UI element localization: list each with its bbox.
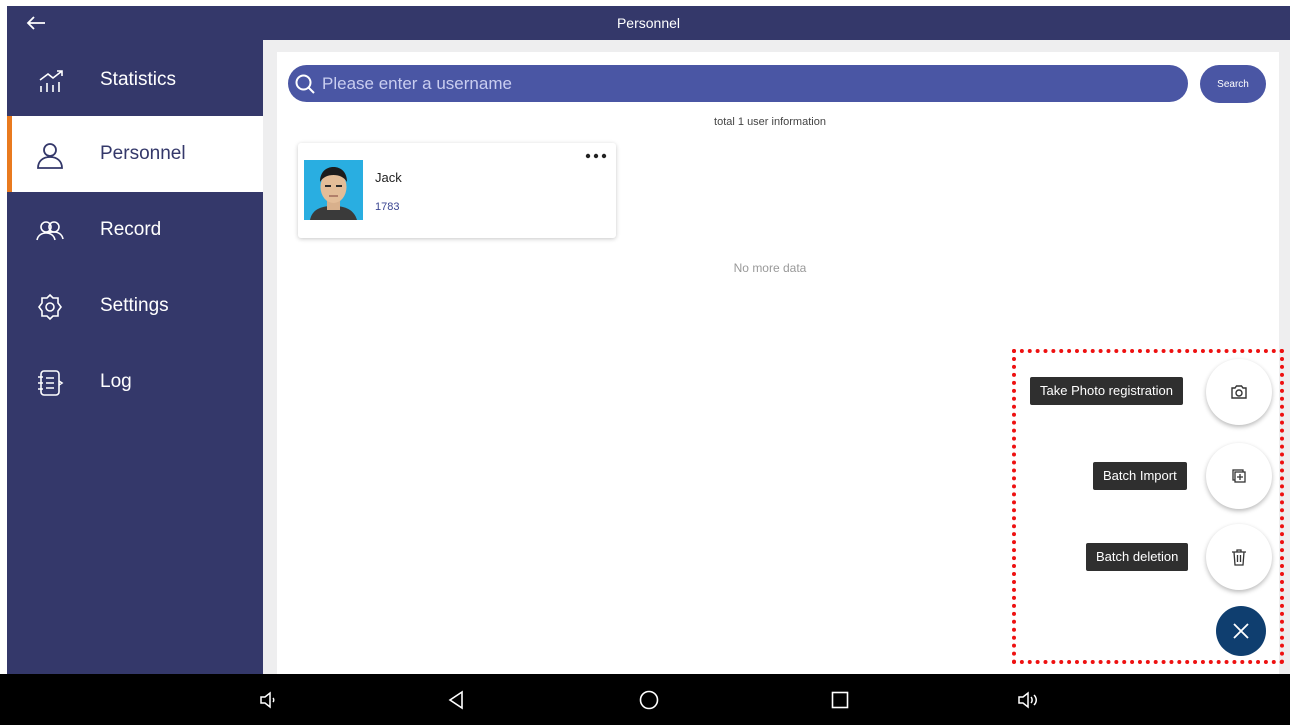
trash-icon (1232, 549, 1246, 566)
volume-up-icon (1018, 691, 1037, 709)
sidebar-item-label: Record (100, 219, 162, 240)
person-icon (35, 140, 65, 170)
volume-down-button[interactable] (255, 687, 281, 713)
recents-square-icon (831, 691, 849, 709)
more-icon (585, 153, 607, 159)
gear-icon (35, 292, 65, 322)
sidebar-item-label: Personnel (100, 143, 186, 164)
batch-import-tooltip: Batch Import (1093, 462, 1187, 490)
sidebar-item-log[interactable]: Log (7, 344, 263, 420)
statistics-icon (35, 66, 65, 96)
sidebar-item-label: Settings (100, 295, 169, 316)
close-fab-button[interactable] (1216, 606, 1266, 656)
recents-nav-button[interactable] (827, 687, 853, 713)
sidebar-item-settings[interactable]: Settings (7, 268, 263, 344)
batch-deletion-button[interactable] (1206, 524, 1272, 590)
user-photo (304, 160, 363, 220)
more-options-button[interactable] (584, 149, 608, 163)
sidebar: Statistics Personnel Record Settings Log (7, 40, 263, 674)
take-photo-tooltip: Take Photo registration (1030, 377, 1183, 405)
sidebar-item-personnel[interactable]: Personnel (7, 116, 263, 192)
people-icon (35, 216, 65, 246)
batch-import-button[interactable] (1206, 443, 1272, 509)
back-triangle-icon (448, 690, 463, 710)
user-card[interactable]: Jack 1783 (298, 143, 616, 238)
volume-down-icon (260, 691, 275, 709)
user-name: Jack (375, 170, 402, 185)
home-circle-icon (639, 690, 659, 710)
take-photo-registration-button[interactable] (1206, 359, 1272, 425)
system-nav-bar (0, 674, 1290, 725)
total-user-count: total 1 user information (714, 116, 826, 128)
sidebar-item-label: Statistics (100, 69, 177, 90)
search-icon (295, 74, 315, 94)
title-bar: Personnel (7, 6, 1290, 40)
user-id: 1783 (375, 201, 400, 213)
sidebar-item-record[interactable]: Record (7, 192, 263, 268)
search-bar (288, 65, 1188, 102)
page-title: Personnel (616, 15, 681, 31)
sidebar-item-label: Log (100, 371, 132, 392)
back-nav-button[interactable] (443, 687, 469, 713)
no-more-data-label: No more data (733, 261, 807, 275)
sidebar-item-statistics[interactable]: Statistics (7, 42, 263, 118)
search-input[interactable] (322, 69, 1162, 98)
close-icon (1233, 623, 1249, 639)
camera-icon (1231, 385, 1247, 399)
log-icon (35, 368, 65, 398)
search-button[interactable]: Search (1200, 65, 1266, 103)
batch-deletion-tooltip: Batch deletion (1086, 543, 1189, 571)
import-icon (1232, 469, 1246, 483)
volume-up-button[interactable] (1015, 687, 1041, 713)
home-nav-button[interactable] (636, 687, 662, 713)
app-window: Personnel Statistics Personnel Record Se… (0, 0, 1290, 725)
